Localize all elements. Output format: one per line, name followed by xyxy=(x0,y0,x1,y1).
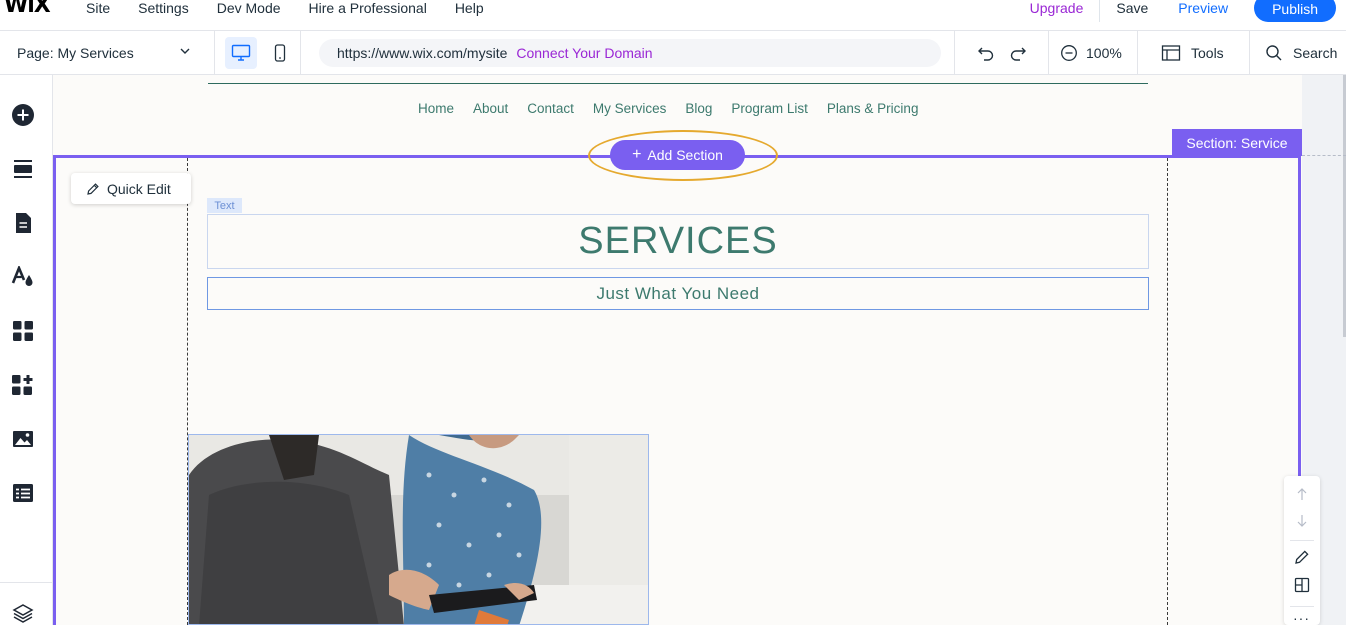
add-section-button[interactable]: + Add Section xyxy=(610,140,745,170)
main-menu: Site Settings Dev Mode Hire a Profession… xyxy=(86,0,512,17)
rail-divider xyxy=(0,582,53,583)
save-button[interactable]: Save xyxy=(1100,0,1164,16)
nav-plans-pricing[interactable]: Plans & Pricing xyxy=(827,101,919,116)
site-url: https://www.wix.com/mysite xyxy=(337,45,508,61)
desktop-icon xyxy=(231,44,251,61)
side-toolbar-divider xyxy=(1290,540,1314,541)
add-apps-icon xyxy=(12,375,33,395)
move-up-button[interactable] xyxy=(1293,485,1311,503)
nav-home[interactable]: Home xyxy=(418,101,454,116)
section-side-toolbar: ··· xyxy=(1284,476,1320,625)
media-button[interactable] xyxy=(10,426,36,452)
section-layout-button[interactable] xyxy=(1293,576,1311,594)
connect-domain-link[interactable]: Connect Your Domain xyxy=(516,45,652,61)
quick-edit-button[interactable]: Quick Edit xyxy=(71,173,191,204)
top-menu-bar: WiX Site Settings Dev Mode Hire a Profes… xyxy=(0,0,1346,31)
move-down-button[interactable] xyxy=(1293,512,1311,530)
upgrade-link[interactable]: Upgrade xyxy=(1030,0,1101,22)
left-rail xyxy=(0,75,53,625)
people-with-tablet-image xyxy=(189,435,648,624)
apps-icon xyxy=(13,321,33,341)
text-element-tag: Text xyxy=(207,198,242,213)
mobile-view-button[interactable] xyxy=(264,37,296,69)
side-toolbar-divider xyxy=(1290,606,1314,607)
pages-button[interactable] xyxy=(10,210,36,236)
more-options-icon[interactable]: ··· xyxy=(1293,610,1310,625)
mobile-icon xyxy=(274,44,286,62)
undo-icon xyxy=(978,47,994,61)
layers-icon xyxy=(12,604,34,623)
cms-icon xyxy=(13,484,33,502)
search-icon xyxy=(1266,45,1282,61)
undo-redo-group xyxy=(954,31,1049,75)
sections-icon xyxy=(14,160,32,178)
quick-edit-label: Quick Edit xyxy=(107,180,171,197)
wix-logo[interactable]: WiX xyxy=(4,0,51,18)
top-actions: Upgrade Save Preview Publish xyxy=(1030,0,1346,22)
preview-button[interactable]: Preview xyxy=(1164,0,1254,16)
nav-program-list[interactable]: Program List xyxy=(731,101,808,116)
section-guide-line xyxy=(1302,155,1346,156)
nav-my-services[interactable]: My Services xyxy=(593,101,667,116)
menu-help[interactable]: Help xyxy=(455,0,484,17)
editor-toolbar: Page: My Services https://www.wix.com/my… xyxy=(0,31,1346,75)
search-button[interactable]: Search xyxy=(1250,31,1346,75)
tools-label: Tools xyxy=(1191,45,1224,61)
zoom-out-icon xyxy=(1061,45,1077,61)
add-icon xyxy=(12,104,34,126)
desktop-view-button[interactable] xyxy=(225,37,257,69)
chevron-down-icon xyxy=(180,48,190,54)
pencil-icon xyxy=(1295,550,1309,564)
undo-button[interactable] xyxy=(974,41,998,65)
add-elements-button[interactable] xyxy=(10,102,36,128)
header-divider xyxy=(208,83,1148,84)
menu-site[interactable]: Site xyxy=(86,0,110,17)
publish-button[interactable]: Publish xyxy=(1254,0,1336,22)
nav-contact[interactable]: Contact xyxy=(527,101,574,116)
design-icon xyxy=(11,266,33,286)
menu-hire-professional[interactable]: Hire a Professional xyxy=(309,0,427,17)
section-label[interactable]: Section: Service xyxy=(1172,129,1302,156)
pages-icon xyxy=(16,213,31,233)
redo-icon xyxy=(1010,47,1026,61)
menu-dev-mode[interactable]: Dev Mode xyxy=(217,0,281,17)
menu-settings[interactable]: Settings xyxy=(138,0,189,17)
apps-button[interactable] xyxy=(10,318,36,344)
cms-button[interactable] xyxy=(10,480,36,506)
tools-button[interactable]: Tools xyxy=(1138,31,1250,75)
services-title[interactable]: SERVICES xyxy=(207,214,1149,269)
zoom-control[interactable]: 100% xyxy=(1049,31,1138,75)
tools-icon xyxy=(1161,45,1181,61)
site-url-bar: https://www.wix.com/mysite Connect Your … xyxy=(319,39,941,67)
site-design-button[interactable] xyxy=(10,264,36,290)
edit-section-button[interactable] xyxy=(1293,548,1311,566)
zoom-level: 100% xyxy=(1086,45,1122,61)
plus-icon: + xyxy=(632,146,642,163)
page-selector[interactable]: Page: My Services xyxy=(0,31,215,75)
nav-blog[interactable]: Blog xyxy=(685,101,712,116)
page-selector-label: Page: My Services xyxy=(17,45,134,61)
media-icon xyxy=(13,431,33,447)
layout-icon xyxy=(1294,577,1310,593)
device-switcher xyxy=(215,31,301,75)
redo-button[interactable] xyxy=(1006,41,1030,65)
services-subtitle[interactable]: Just What You Need xyxy=(207,277,1149,310)
search-label: Search xyxy=(1293,45,1338,61)
arrow-up-icon xyxy=(1297,488,1307,500)
add-section-rail-button[interactable] xyxy=(10,156,36,182)
add-section-label: Add Section xyxy=(647,147,723,163)
nav-about[interactable]: About xyxy=(473,101,508,116)
site-navigation[interactable]: Home About Contact My Services Blog Prog… xyxy=(418,101,937,116)
arrow-down-icon xyxy=(1297,515,1307,527)
pencil-icon xyxy=(87,182,99,195)
layers-button[interactable] xyxy=(10,600,36,625)
add-apps-button[interactable] xyxy=(10,372,36,398)
services-image[interactable] xyxy=(188,434,649,625)
